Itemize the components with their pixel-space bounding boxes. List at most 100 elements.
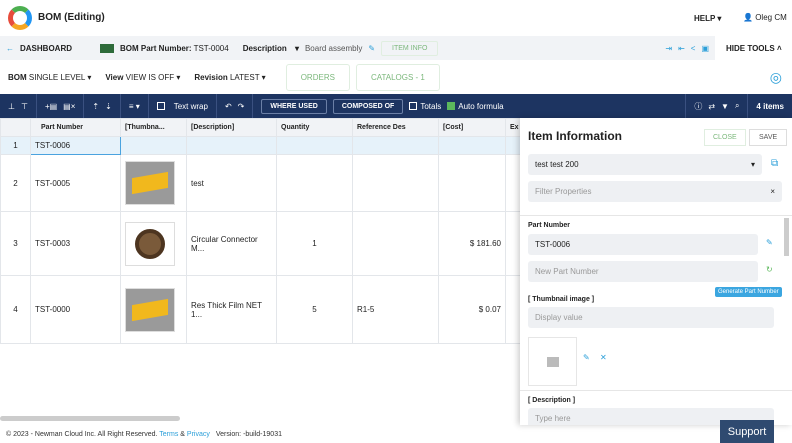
ex-cell[interactable] <box>505 275 521 344</box>
insert-row-icon[interactable]: +▤ <box>45 102 57 111</box>
totals-checkbox[interactable]: Totals <box>409 102 441 111</box>
user-menu[interactable]: 👤 Oleg CM <box>743 13 787 22</box>
cost-cell[interactable]: $ 181.60 <box>438 211 506 276</box>
text-wrap-checkbox[interactable]: Text wrap <box>149 94 217 118</box>
align-icon[interactable]: ≡ ▾ <box>129 102 140 111</box>
orders-button[interactable]: ORDERS <box>285 63 350 91</box>
horizontal-scrollbar[interactable] <box>0 416 180 421</box>
description-cell[interactable]: test <box>186 154 277 212</box>
part-number-cell[interactable]: TST-0003 <box>30 211 121 276</box>
part-number-cell[interactable]: TST-0000 <box>30 275 121 344</box>
cost-cell[interactable] <box>438 136 506 155</box>
item-info-button[interactable]: ITEM INFO <box>381 40 439 56</box>
support-button[interactable]: Support <box>720 420 774 443</box>
ex-cell[interactable] <box>505 211 521 276</box>
open-external-icon[interactable]: ⧉ <box>771 158 778 169</box>
display-value-input[interactable]: Display value <box>528 307 774 328</box>
connector-thumbnail-image <box>125 221 175 266</box>
view-dropdown[interactable]: View VIEW IS OFF ▾ <box>105 73 180 82</box>
import-icon[interactable]: ⇥ <box>665 44 672 53</box>
reference-cell[interactable]: R1-5 <box>352 275 439 344</box>
refresh-icon[interactable]: ↻ <box>766 265 773 274</box>
delete-row-icon[interactable]: ▤× <box>63 102 75 111</box>
panel-scrollbar[interactable] <box>784 218 789 256</box>
description-dropdown[interactable]: Description ▾ <box>243 44 299 53</box>
save-icon[interactable]: ▣ <box>701 44 709 53</box>
thumbnail-cell[interactable] <box>120 275 187 344</box>
filter-icon[interactable]: ▼ <box>721 102 729 111</box>
quantity-cell[interactable]: 1 <box>276 211 353 276</box>
version: Version: -build-19031 <box>215 431 282 438</box>
swap-icon[interactable]: ⇄ <box>708 102 715 111</box>
quantity-cell[interactable] <box>276 154 353 212</box>
part-number-cell[interactable]: TST-0006 <box>30 136 121 155</box>
breadcrumb-bar: ← DASHBOARD BOM Part Number: TST-0004 De… <box>0 36 715 60</box>
search-icon[interactable]: ⌕ <box>735 101 739 111</box>
footer: © 2023 - Newman Cloud Inc. All Right Res… <box>0 425 792 443</box>
add-child-icon[interactable]: ⊥ <box>8 102 15 111</box>
undo-icon[interactable]: ↶ <box>225 102 232 111</box>
description-cell[interactable]: Circular Connector M... <box>186 211 277 276</box>
close-button[interactable]: CLOSE <box>704 129 746 146</box>
thumbnail-preview[interactable] <box>528 337 577 386</box>
cost-cell[interactable] <box>438 154 506 212</box>
table-row[interactable]: 3 TST-0003 Circular Connector M... 1 $ 181… <box>0 211 521 276</box>
col-header-description[interactable]: [Description] <box>186 118 277 137</box>
col-header-reference-des[interactable]: Reference Des <box>352 118 439 137</box>
hide-tools-button[interactable]: HIDE TOOLS ˄ <box>726 44 782 53</box>
composed-of-button[interactable]: COMPOSED OF <box>332 98 404 114</box>
bom-level-dropdown[interactable]: BOM SINGLE LEVEL ▾ <box>8 73 91 82</box>
back-arrow-icon[interactable]: ← <box>6 44 14 53</box>
edit-thumbnail-icon[interactable]: ✎ <box>583 353 590 362</box>
remove-child-icon[interactable]: ⊤ <box>21 102 28 111</box>
help-menu[interactable]: HELP ▾ <box>694 14 721 23</box>
cost-cell[interactable]: $ 0.07 <box>438 275 506 344</box>
info-icon[interactable]: ⓘ <box>694 101 702 112</box>
export-icon[interactable]: ⇤ <box>678 44 685 53</box>
table-row[interactable]: 4 TST-0000 Res Thick Film NET 1... 5 R1-5 $… <box>0 275 521 344</box>
description-cell[interactable]: Res Thick Film NET 1... <box>186 275 277 344</box>
part-number-cell[interactable]: TST-0005 <box>30 154 121 212</box>
col-header-quantity[interactable]: Quantity <box>276 118 353 137</box>
reference-cell[interactable] <box>352 154 439 212</box>
save-button[interactable]: SAVE <box>749 129 788 146</box>
item-select[interactable]: test test 200 ▾ <box>528 154 762 175</box>
col-header-cost[interactable]: [Cost] <box>438 118 506 137</box>
checklist-icon[interactable]: ◎ <box>770 69 782 86</box>
table-row[interactable]: 1 TST-0006 <box>0 136 521 155</box>
privacy-link[interactable]: Privacy <box>187 431 210 438</box>
catalogs-button[interactable]: CATALOGS - 1 <box>355 63 440 91</box>
remove-thumbnail-icon[interactable]: ✕ <box>600 353 607 362</box>
edit-pencil-icon[interactable]: ✎ <box>368 44 375 53</box>
table-row[interactable]: 2 TST-0005 test <box>0 154 521 212</box>
filter-properties-input[interactable]: Filter Properties × <box>528 181 782 202</box>
quantity-cell[interactable] <box>276 136 353 155</box>
clear-icon[interactable]: × <box>770 187 775 196</box>
ex-cell[interactable] <box>505 154 521 212</box>
redo-icon[interactable]: ↷ <box>238 102 245 111</box>
share-icon[interactable]: < <box>691 44 696 53</box>
part-number-field[interactable]: TST-0006 <box>528 234 758 255</box>
auto-formula-checkbox[interactable]: Auto formula <box>447 102 504 111</box>
terms-link[interactable]: Terms <box>159 431 178 438</box>
col-header-thumbnail[interactable]: [Thumbna... <box>120 118 187 137</box>
reference-cell[interactable] <box>352 136 439 155</box>
thumbnail-cell[interactable] <box>120 211 187 276</box>
new-part-number-input[interactable]: New Part Number <box>528 261 758 282</box>
dashboard-link[interactable]: DASHBOARD <box>20 44 72 53</box>
ex-cell[interactable] <box>505 136 521 155</box>
app-logo[interactable] <box>8 6 32 30</box>
thumbnail-label: [ Thumbnail image ] <box>528 296 595 303</box>
thumbnail-cell[interactable] <box>120 136 187 155</box>
edit-pencil-icon[interactable]: ✎ <box>766 238 773 247</box>
move-up-icon[interactable]: ⇡ <box>92 102 99 111</box>
col-header-ex[interactable]: Ex <box>505 118 521 137</box>
reference-cell[interactable] <box>352 211 439 276</box>
quantity-cell[interactable]: 5 <box>276 275 353 344</box>
col-header-part-number[interactable]: Part Number <box>30 118 121 137</box>
description-cell[interactable] <box>186 136 277 155</box>
revision-dropdown[interactable]: Revision LATEST ▾ <box>194 73 265 82</box>
thumbnail-cell[interactable] <box>120 154 187 212</box>
where-used-button[interactable]: WHERE USED <box>261 98 327 114</box>
move-down-icon[interactable]: ⇣ <box>105 102 112 111</box>
